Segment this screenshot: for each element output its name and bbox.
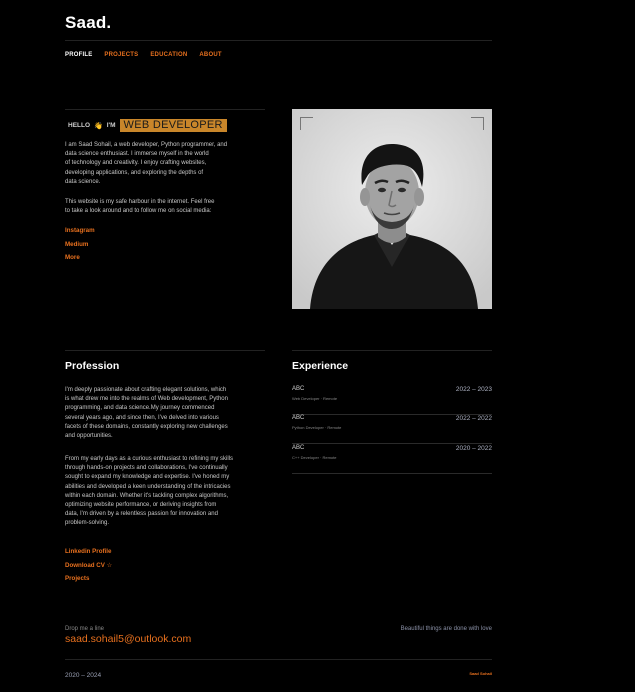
intro-line: data science. [65,178,101,185]
paragraph-line: sought to expand my knowledge and expert… [65,474,230,481]
experience-item: ABC 2020 – 2022 C++ Developer · Remote [292,445,492,474]
harbour-line: to take a look around and to follow me o… [65,208,212,215]
nav-about[interactable]: ABOUT [199,52,221,58]
paragraph-line: through hands-on projects and collaborat… [65,465,228,472]
experience-company: ABC [292,445,305,451]
footer-tagline: Beautiful things are done with love [400,626,492,632]
profession-paragraph-2: From my early days as a curious enthusia… [65,455,270,529]
im-text: I'M [106,122,116,129]
main-nav: PROFILE PROJECTS EDUCATION ABOUT [65,52,222,58]
hero-greeting: HELLO 👋 I'M WEB DEVELOPER [68,119,227,132]
footer-years: 2020 – 2024 [65,672,102,679]
intro-line: data science enthusiast. I immerse mysel… [65,151,209,158]
footer-divider [65,659,492,660]
paragraph-line: optimizing website performance, or deriv… [65,502,217,509]
paragraph-line: several years ago, and since then, I've … [65,414,219,421]
paragraph-line: within each domain. Whether it's tacklin… [65,492,229,499]
paragraph-line: and opportunities. [65,433,113,440]
nav-profile[interactable]: PROFILE [65,52,92,58]
download-cv-link[interactable]: Download CV ☆ [65,559,112,573]
linkedin-link[interactable]: Linkedin Profile [65,545,112,559]
experience-role: C++ Developer · Remote [292,455,337,460]
experience-item: ABC 2022 – 2022 Python Developer · Remot… [292,415,492,444]
paragraph-line: facets of these domains, constantly expl… [65,423,228,430]
experience-company: ABC [292,415,305,421]
paragraph-line: data, I'm driven by a relentless passion… [65,511,218,518]
profession-heading: Profession [65,360,120,372]
medium-link[interactable]: Medium [65,238,95,252]
profession-divider [65,350,265,351]
paragraph-line: programming, and data science.My journey… [65,405,215,412]
contact-label: Drop me a line [65,626,105,632]
hero-harbour: This website is my safe harbour in the i… [65,198,214,216]
paragraph-line: I'm deeply passionate about crafting ele… [65,387,227,393]
portrait-illustration [292,109,492,309]
footer-name: Saad Sohail [469,671,492,676]
experience-years: 2022 – 2023 [455,386,492,393]
nav-education[interactable]: EDUCATION [150,52,187,58]
experience-heading: Experience [292,360,349,372]
experience-years: 2022 – 2022 [455,415,492,422]
role-badge: WEB DEVELOPER [119,119,227,132]
profile-photo [292,109,492,309]
experience-item: ABC 2022 – 2023 Web Developer · Remote [292,386,492,415]
harbour-line: This website is my safe harbour in the i… [65,199,215,205]
paragraph-line: problem-solving. [65,520,110,527]
nav-projects[interactable]: PROJECTS [104,52,138,58]
frame-corner-top-right [471,117,484,130]
more-link[interactable]: More [65,251,95,265]
profession-links: Linkedin Profile Download CV ☆ Projects [65,545,112,586]
paragraph-line: abilities and developed a keen understan… [65,483,231,490]
experience-divider [292,350,492,351]
projects-link[interactable]: Projects [65,572,112,586]
hero-intro: I am Saad Sohail, a web developer, Pytho… [65,141,227,187]
hero-divider [65,109,265,110]
header-divider [65,40,492,41]
hello-text: HELLO [68,122,91,129]
experience-role: Python Developer · Remote [292,425,342,430]
intro-line: developing applications, and exploring t… [65,169,204,176]
site-logo[interactable]: Saad. [65,13,111,33]
contact-email-link[interactable]: saad.sohail5@outlook.com [65,633,191,645]
intro-line: of technology and creativity. I enjoy cr… [65,160,207,167]
experience-company: ABC [292,386,305,392]
paragraph-line: is what drew me into the realms of Web d… [65,396,228,403]
experience-years: 2020 – 2022 [455,445,492,452]
wave-icon: 👋 [94,122,103,130]
paragraph-line: From my early days as a curious enthusia… [65,456,234,462]
frame-corner-top-left [300,117,313,130]
page: Saad. PROFILE PROJECTS EDUCATION ABOUT H… [65,0,492,692]
experience-role: Web Developer · Remote [292,396,338,401]
profession-paragraph-1: I'm deeply passionate about crafting ele… [65,386,270,441]
instagram-link[interactable]: Instagram [65,224,95,238]
social-links: Instagram Medium More [65,224,95,265]
intro-line: I am Saad Sohail, a web developer, Pytho… [65,142,228,148]
